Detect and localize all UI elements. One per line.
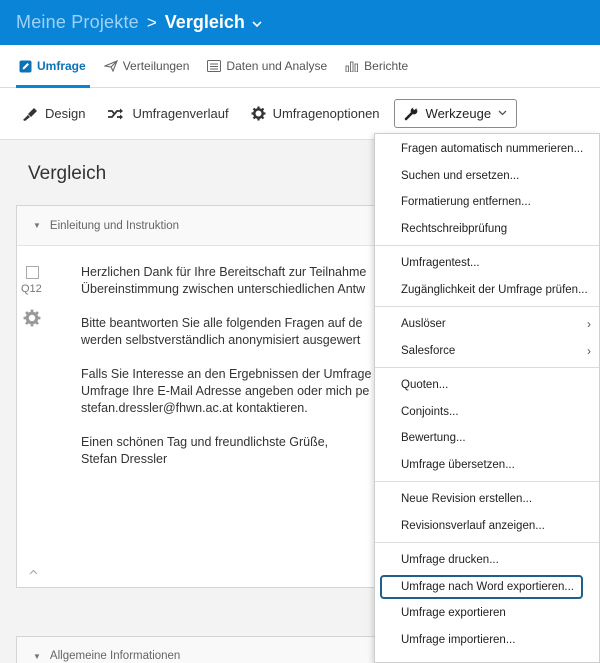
menu-item-label: Quoten... [401,379,449,392]
data-table-icon [207,59,222,73]
menu-item-label: Formatierung entfernen... [401,196,531,209]
paper-plane-icon [103,59,118,73]
menu-item-scoring[interactable]: Bewertung... [375,425,599,452]
menu-item-revision-history[interactable]: Revisionsverlauf anzeigen... [375,513,599,540]
menu-item-export-to-word[interactable]: Umfrage nach Word exportieren... [375,574,599,601]
tab-label: Berichte [364,59,409,73]
menu-item-new-revision[interactable]: Neue Revision erstellen... [375,486,599,513]
text-line: Falls Sie Interesse an den Ergebnissen d… [81,367,372,381]
block-title: Allgemeine Informationen [49,650,181,662]
survey-history-button[interactable]: Umfragenverlauf [107,106,229,121]
chevron-down-icon [498,108,507,119]
bar-chart-icon [345,59,359,73]
wrench-icon [404,106,419,121]
gear-icon [251,106,266,121]
menu-item-label: Suchen und ersetzen... [401,169,520,182]
menu-item-label: Umfrage nach Word exportieren... [401,580,575,593]
menu-divider [375,306,599,307]
text-line: Herzlichen Dank für Ihre Bereitschaft zu… [81,265,367,279]
menu-divider [375,542,599,543]
menu-item-label: Rechtschreibprüfung [401,222,508,235]
text-line: werden selbstverständlich anonymisiert a… [81,333,361,347]
menu-item-label: Umfrage übersetzen... [401,458,515,471]
menu-item-label: Neue Revision erstellen... [401,493,533,506]
question-block: ▼ Einleitung und Instruktion Q12 Herzlic… [16,205,436,588]
design-button[interactable]: Design [22,106,85,121]
menu-item-quotas[interactable]: Quoten... [375,372,599,399]
tab-berichte[interactable]: Berichte [337,45,418,87]
menu-item-label: Zugänglichkeit der Umfrage prüfen... [401,283,588,296]
survey-options-label: Umfragenoptionen [272,106,380,121]
chevron-right-icon: › [587,343,591,358]
menu-item-label: Umfragentest... [401,257,480,270]
design-label: Design [45,106,86,121]
menu-divider [375,481,599,482]
menu-item-conjoints[interactable]: Conjoints... [375,399,599,426]
paintbrush-icon [22,107,38,121]
page-title: Vergleich [28,163,107,184]
text-line: Übereinstimmung zwischen unterschiedlich… [81,282,366,296]
survey-options-button[interactable]: Umfragenoptionen [251,106,380,121]
menu-item-translate-survey[interactable]: Umfrage übersetzen... [375,452,599,479]
text-line: stefan.dressler@fhwn.ac.at kontaktieren. [81,401,308,415]
menu-item-triggers[interactable]: Auslöser › [375,311,599,338]
menu-item-label: Conjoints... [401,405,459,418]
gear-icon[interactable] [23,309,45,332]
block-title: Einleitung und Instruktion [49,219,180,232]
question-select-checkbox[interactable] [26,266,39,279]
tab-daten-und-analyse[interactable]: Daten und Analyse [199,45,337,87]
text-line: Stefan Dressler [81,452,168,466]
menu-item-export-survey[interactable]: Umfrage exportieren [375,600,599,627]
tools-dropdown-button[interactable]: Werkzeuge [393,99,518,128]
block-header[interactable]: ▼ Einleitung und Instruktion [17,206,435,246]
breadcrumb-projects-link[interactable]: Meine Projekte [16,12,139,33]
menu-item-search-replace[interactable]: Suchen und ersetzen... [375,163,599,190]
menu-item-salesforce[interactable]: Salesforce › [375,338,599,365]
menu-item-label: Umfrage drucken... [401,554,499,567]
main-tabs: Umfrage Verteilungen Daten und Analyse B… [0,45,600,88]
menu-item-label: Umfrage exportieren [401,607,506,620]
pencil-icon [18,59,32,73]
question-sidebar: Q12 [21,266,45,332]
text-line: Einen schönen Tag und freundlichste Grüß… [81,435,329,449]
menu-item-survey-test[interactable]: Umfragentest... [375,250,599,277]
menu-item-label: Salesforce [401,344,456,357]
menu-item-label: Fragen automatisch nummerieren... [401,143,584,156]
collapse-triangle-icon[interactable]: ▼ [33,221,41,230]
menu-item-auto-number[interactable]: Fragen automatisch nummerieren... [375,136,599,163]
menu-item-print-survey[interactable]: Umfrage drucken... [375,547,599,574]
breadcrumb-separator: > [146,12,157,32]
chevron-up-icon[interactable] [29,566,38,578]
project-title[interactable]: Vergleich [165,12,245,33]
tools-label: Werkzeuge [425,106,492,121]
survey-history-label: Umfragenverlauf [132,106,229,121]
tab-verteilungen[interactable]: Verteilungen [96,45,200,87]
chevron-right-icon: › [587,317,591,332]
menu-item-import-survey[interactable]: Umfrage importieren... [375,627,599,654]
top-navigation-bar: Meine Projekte > Vergleich [0,0,600,45]
shuffle-icon [107,108,125,120]
collapse-triangle-icon[interactable]: ▼ [33,652,41,661]
menu-divider [375,245,599,246]
text-line: Umfrage Ihre E-Mail Adresse angeben oder… [81,384,370,398]
menu-divider [375,367,599,368]
question-id: Q12 [21,283,42,295]
chevron-down-icon[interactable] [252,17,262,31]
text-line: Bitte beantworten Sie alle folgenden Fra… [81,316,363,330]
tab-label: Daten und Analyse [226,59,328,73]
menu-item-remove-formatting[interactable]: Formatierung entfernen... [375,189,599,216]
menu-item-accessibility-check[interactable]: Zugänglichkeit der Umfrage prüfen... [375,277,599,304]
menu-item-spell-check[interactable]: Rechtschreibprüfung [375,216,599,243]
menu-item-label: Umfrage importieren... [401,633,516,646]
block-header-general-information[interactable]: ▼ Allgemeine Informationen [16,636,436,663]
tools-dropdown-menu: Fragen automatisch nummerieren... Suchen… [374,133,600,663]
tab-label: Verteilungen [122,59,190,73]
tab-umfrage[interactable]: Umfrage [10,45,96,88]
menu-item-label: Bewertung... [401,432,466,445]
menu-item-label: Auslöser [401,318,446,331]
tab-label: Umfrage [37,59,86,73]
menu-item-label: Revisionsverlauf anzeigen... [401,519,545,532]
